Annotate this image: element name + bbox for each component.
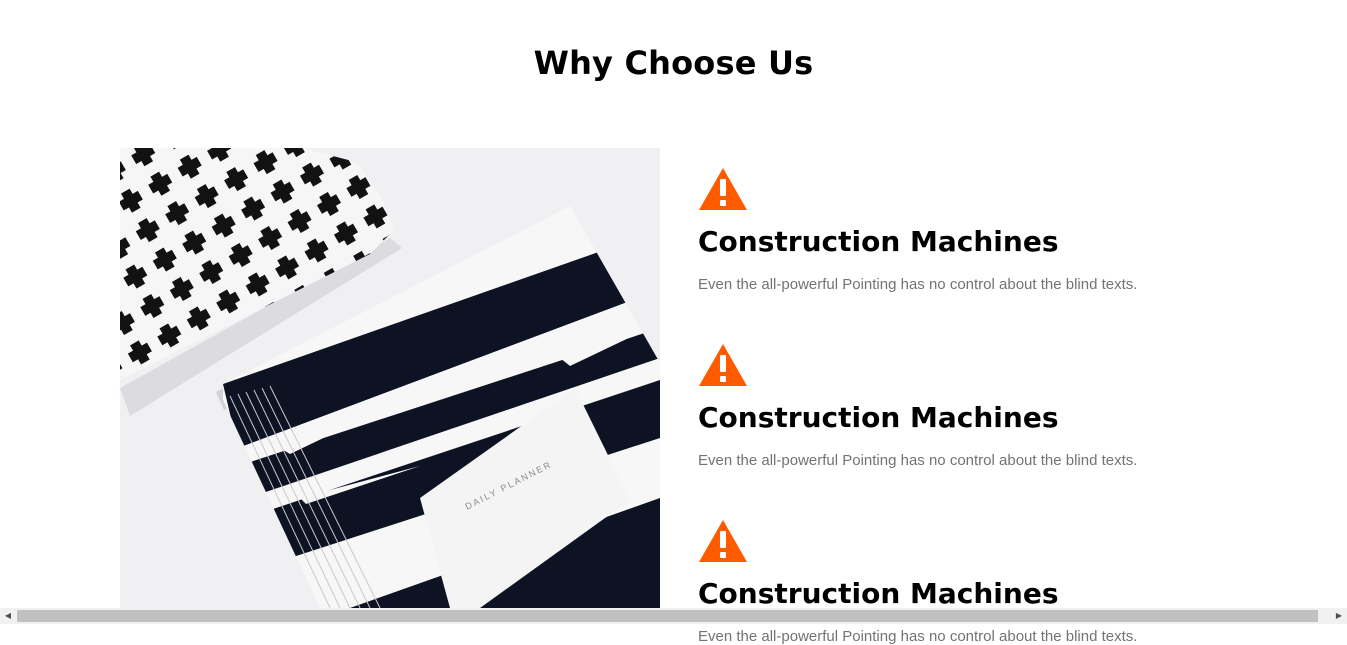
- feature-description: Even the all-powerful Pointing has no co…: [698, 276, 1138, 293]
- warning-icon: [699, 520, 747, 562]
- feature-description: Even the all-powerful Pointing has no co…: [698, 628, 1138, 645]
- scrollbar-thumb[interactable]: [17, 610, 1318, 622]
- feature-description: Even the all-powerful Pointing has no co…: [698, 452, 1138, 469]
- horizontal-scrollbar[interactable]: ◀ ▶: [0, 608, 1347, 624]
- feature-title: Construction Machines: [698, 577, 1059, 610]
- arrow-left-icon[interactable]: ◀: [0, 608, 16, 624]
- warning-icon: [699, 344, 747, 386]
- arrow-right-icon[interactable]: ▶: [1331, 608, 1347, 624]
- feature-title: Construction Machines: [698, 225, 1059, 258]
- daily-planner-photo: DAILY PLANNER: [120, 148, 660, 608]
- warning-icon: [699, 168, 747, 210]
- feature-title: Construction Machines: [698, 401, 1059, 434]
- section-title: Why Choose Us: [533, 44, 814, 82]
